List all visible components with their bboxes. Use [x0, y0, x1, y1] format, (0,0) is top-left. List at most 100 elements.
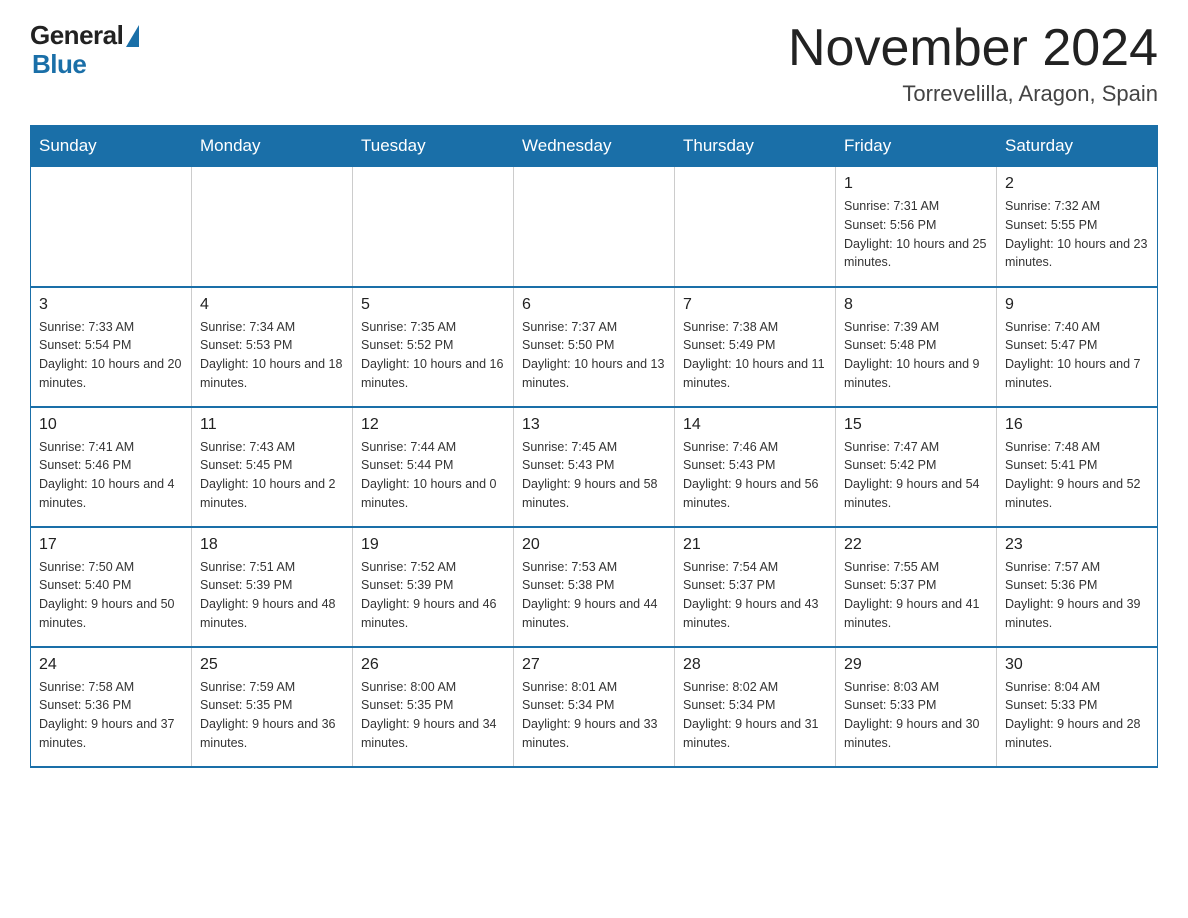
calendar-day-cell: 28 Sunrise: 8:02 AMSunset: 5:34 PMDayligh…	[675, 647, 836, 767]
logo: General Blue	[30, 20, 139, 80]
day-info: Sunrise: 7:54 AMSunset: 5:37 PMDaylight:…	[683, 558, 827, 633]
calendar-week-row: 10 Sunrise: 7:41 AMSunset: 5:46 PMDayligh…	[31, 407, 1158, 527]
calendar-day-cell: 9Sunrise: 7:40 AMSunset: 5:47 PMDaylight…	[997, 287, 1158, 407]
calendar-day-cell: 27 Sunrise: 8:01 AMSunset: 5:34 PMDayligh…	[514, 647, 675, 767]
day-number: 22	[844, 536, 988, 554]
title-area: November 2024 Torrevelilla, Aragon, Spai…	[788, 20, 1158, 107]
calendar-day-cell: 3 Sunrise: 7:33 AMSunset: 5:54 PMDaylight…	[31, 287, 192, 407]
day-info: Sunrise: 7:43 AMSunset: 5:45 PMDaylight:…	[200, 438, 344, 513]
day-info: Sunrise: 7:33 AMSunset: 5:54 PMDaylight:…	[39, 318, 183, 393]
day-number: 10	[39, 416, 183, 434]
day-info: Sunrise: 7:35 AMSunset: 5:52 PMDaylight:…	[361, 318, 505, 393]
day-number: 3	[39, 296, 183, 314]
calendar-day-cell: 7 Sunrise: 7:38 AMSunset: 5:49 PMDaylight…	[675, 287, 836, 407]
calendar-day-cell: 22Sunrise: 7:55 AMSunset: 5:37 PMDayligh…	[836, 527, 997, 647]
calendar-week-row: 24 Sunrise: 7:58 AMSunset: 5:36 PMDayligh…	[31, 647, 1158, 767]
day-number: 5	[361, 296, 505, 314]
calendar-day-cell: 1 Sunrise: 7:31 AMSunset: 5:56 PMDaylight…	[836, 167, 997, 287]
day-info: Sunrise: 8:02 AMSunset: 5:34 PMDaylight:…	[683, 678, 827, 753]
calendar-day-cell	[192, 167, 353, 287]
day-number: 18	[200, 536, 344, 554]
day-number: 28	[683, 656, 827, 674]
day-number: 7	[683, 296, 827, 314]
day-number: 8	[844, 296, 988, 314]
day-info: Sunrise: 7:58 AMSunset: 5:36 PMDaylight:…	[39, 678, 183, 753]
day-info: Sunrise: 7:32 AMSunset: 5:55 PMDaylight:…	[1005, 197, 1149, 272]
calendar-day-cell: 26 Sunrise: 8:00 AMSunset: 5:35 PMDayligh…	[353, 647, 514, 767]
calendar-day-cell	[675, 167, 836, 287]
day-number: 20	[522, 536, 666, 554]
calendar-day-header: Monday	[192, 126, 353, 167]
day-info: Sunrise: 7:52 AMSunset: 5:39 PMDaylight:…	[361, 558, 505, 633]
day-number: 23	[1005, 536, 1149, 554]
day-info: Sunrise: 8:04 AMSunset: 5:33 PMDaylight:…	[1005, 678, 1149, 753]
calendar-day-cell: 16 Sunrise: 7:48 AMSunset: 5:41 PMDayligh…	[997, 407, 1158, 527]
calendar-day-cell: 4 Sunrise: 7:34 AMSunset: 5:53 PMDaylight…	[192, 287, 353, 407]
calendar-day-cell	[353, 167, 514, 287]
calendar-day-cell: 17 Sunrise: 7:50 AMSunset: 5:40 PMDayligh…	[31, 527, 192, 647]
calendar-table: SundayMondayTuesdayWednesdayThursdayFrid…	[30, 125, 1158, 768]
day-info: Sunrise: 7:48 AMSunset: 5:41 PMDaylight:…	[1005, 438, 1149, 513]
day-info: Sunrise: 7:46 AMSunset: 5:43 PMDaylight:…	[683, 438, 827, 513]
day-number: 26	[361, 656, 505, 674]
calendar-day-header: Tuesday	[353, 126, 514, 167]
calendar-day-cell: 13Sunrise: 7:45 AMSunset: 5:43 PMDayligh…	[514, 407, 675, 527]
logo-triangle-icon	[126, 25, 139, 47]
day-number: 6	[522, 296, 666, 314]
day-info: Sunrise: 7:39 AMSunset: 5:48 PMDaylight:…	[844, 318, 988, 393]
day-info: Sunrise: 8:03 AMSunset: 5:33 PMDaylight:…	[844, 678, 988, 753]
day-number: 15	[844, 416, 988, 434]
day-info: Sunrise: 7:47 AMSunset: 5:42 PMDaylight:…	[844, 438, 988, 513]
day-number: 24	[39, 656, 183, 674]
calendar-day-header: Wednesday	[514, 126, 675, 167]
day-number: 12	[361, 416, 505, 434]
calendar-day-cell: 14Sunrise: 7:46 AMSunset: 5:43 PMDayligh…	[675, 407, 836, 527]
calendar-day-cell: 5 Sunrise: 7:35 AMSunset: 5:52 PMDaylight…	[353, 287, 514, 407]
calendar-day-cell: 21 Sunrise: 7:54 AMSunset: 5:37 PMDayligh…	[675, 527, 836, 647]
location-text: Torrevelilla, Aragon, Spain	[788, 81, 1158, 107]
day-number: 21	[683, 536, 827, 554]
day-info: Sunrise: 7:41 AMSunset: 5:46 PMDaylight:…	[39, 438, 183, 513]
calendar-day-cell: 12Sunrise: 7:44 AMSunset: 5:44 PMDayligh…	[353, 407, 514, 527]
calendar-day-header: Friday	[836, 126, 997, 167]
calendar-day-cell	[514, 167, 675, 287]
day-number: 29	[844, 656, 988, 674]
calendar-day-cell: 6 Sunrise: 7:37 AMSunset: 5:50 PMDaylight…	[514, 287, 675, 407]
calendar-week-row: 3 Sunrise: 7:33 AMSunset: 5:54 PMDaylight…	[31, 287, 1158, 407]
day-info: Sunrise: 7:31 AMSunset: 5:56 PMDaylight:…	[844, 197, 988, 272]
day-info: Sunrise: 8:01 AMSunset: 5:34 PMDaylight:…	[522, 678, 666, 753]
day-number: 25	[200, 656, 344, 674]
calendar-day-cell: 20 Sunrise: 7:53 AMSunset: 5:38 PMDayligh…	[514, 527, 675, 647]
day-number: 11	[200, 416, 344, 434]
calendar-day-cell: 10 Sunrise: 7:41 AMSunset: 5:46 PMDayligh…	[31, 407, 192, 527]
day-number: 13	[522, 416, 666, 434]
calendar-day-cell: 11 Sunrise: 7:43 AMSunset: 5:45 PMDayligh…	[192, 407, 353, 527]
day-number: 1	[844, 175, 988, 193]
calendar-day-cell: 30 Sunrise: 8:04 AMSunset: 5:33 PMDayligh…	[997, 647, 1158, 767]
day-number: 17	[39, 536, 183, 554]
calendar-day-header: Thursday	[675, 126, 836, 167]
day-info: Sunrise: 7:53 AMSunset: 5:38 PMDaylight:…	[522, 558, 666, 633]
day-info: Sunrise: 7:37 AMSunset: 5:50 PMDaylight:…	[522, 318, 666, 393]
calendar-day-cell: 8 Sunrise: 7:39 AMSunset: 5:48 PMDaylight…	[836, 287, 997, 407]
day-info: Sunrise: 7:51 AMSunset: 5:39 PMDaylight:…	[200, 558, 344, 633]
calendar-day-cell: 24 Sunrise: 7:58 AMSunset: 5:36 PMDayligh…	[31, 647, 192, 767]
day-number: 2	[1005, 175, 1149, 193]
day-number: 27	[522, 656, 666, 674]
calendar-day-cell: 25Sunrise: 7:59 AMSunset: 5:35 PMDayligh…	[192, 647, 353, 767]
day-info: Sunrise: 8:00 AMSunset: 5:35 PMDaylight:…	[361, 678, 505, 753]
calendar-day-cell: 18 Sunrise: 7:51 AMSunset: 5:39 PMDayligh…	[192, 527, 353, 647]
day-info: Sunrise: 7:40 AMSunset: 5:47 PMDaylight:…	[1005, 318, 1149, 393]
calendar-week-row: 17 Sunrise: 7:50 AMSunset: 5:40 PMDayligh…	[31, 527, 1158, 647]
calendar-day-header: Sunday	[31, 126, 192, 167]
calendar-day-cell: 2 Sunrise: 7:32 AMSunset: 5:55 PMDaylight…	[997, 167, 1158, 287]
day-info: Sunrise: 7:38 AMSunset: 5:49 PMDaylight:…	[683, 318, 827, 393]
day-number: 16	[1005, 416, 1149, 434]
day-info: Sunrise: 7:34 AMSunset: 5:53 PMDaylight:…	[200, 318, 344, 393]
calendar-header-row: SundayMondayTuesdayWednesdayThursdayFrid…	[31, 126, 1158, 167]
day-number: 30	[1005, 656, 1149, 674]
day-info: Sunrise: 7:50 AMSunset: 5:40 PMDaylight:…	[39, 558, 183, 633]
calendar-day-cell: 29 Sunrise: 8:03 AMSunset: 5:33 PMDayligh…	[836, 647, 997, 767]
calendar-week-row: 1 Sunrise: 7:31 AMSunset: 5:56 PMDaylight…	[31, 167, 1158, 287]
day-number: 4	[200, 296, 344, 314]
